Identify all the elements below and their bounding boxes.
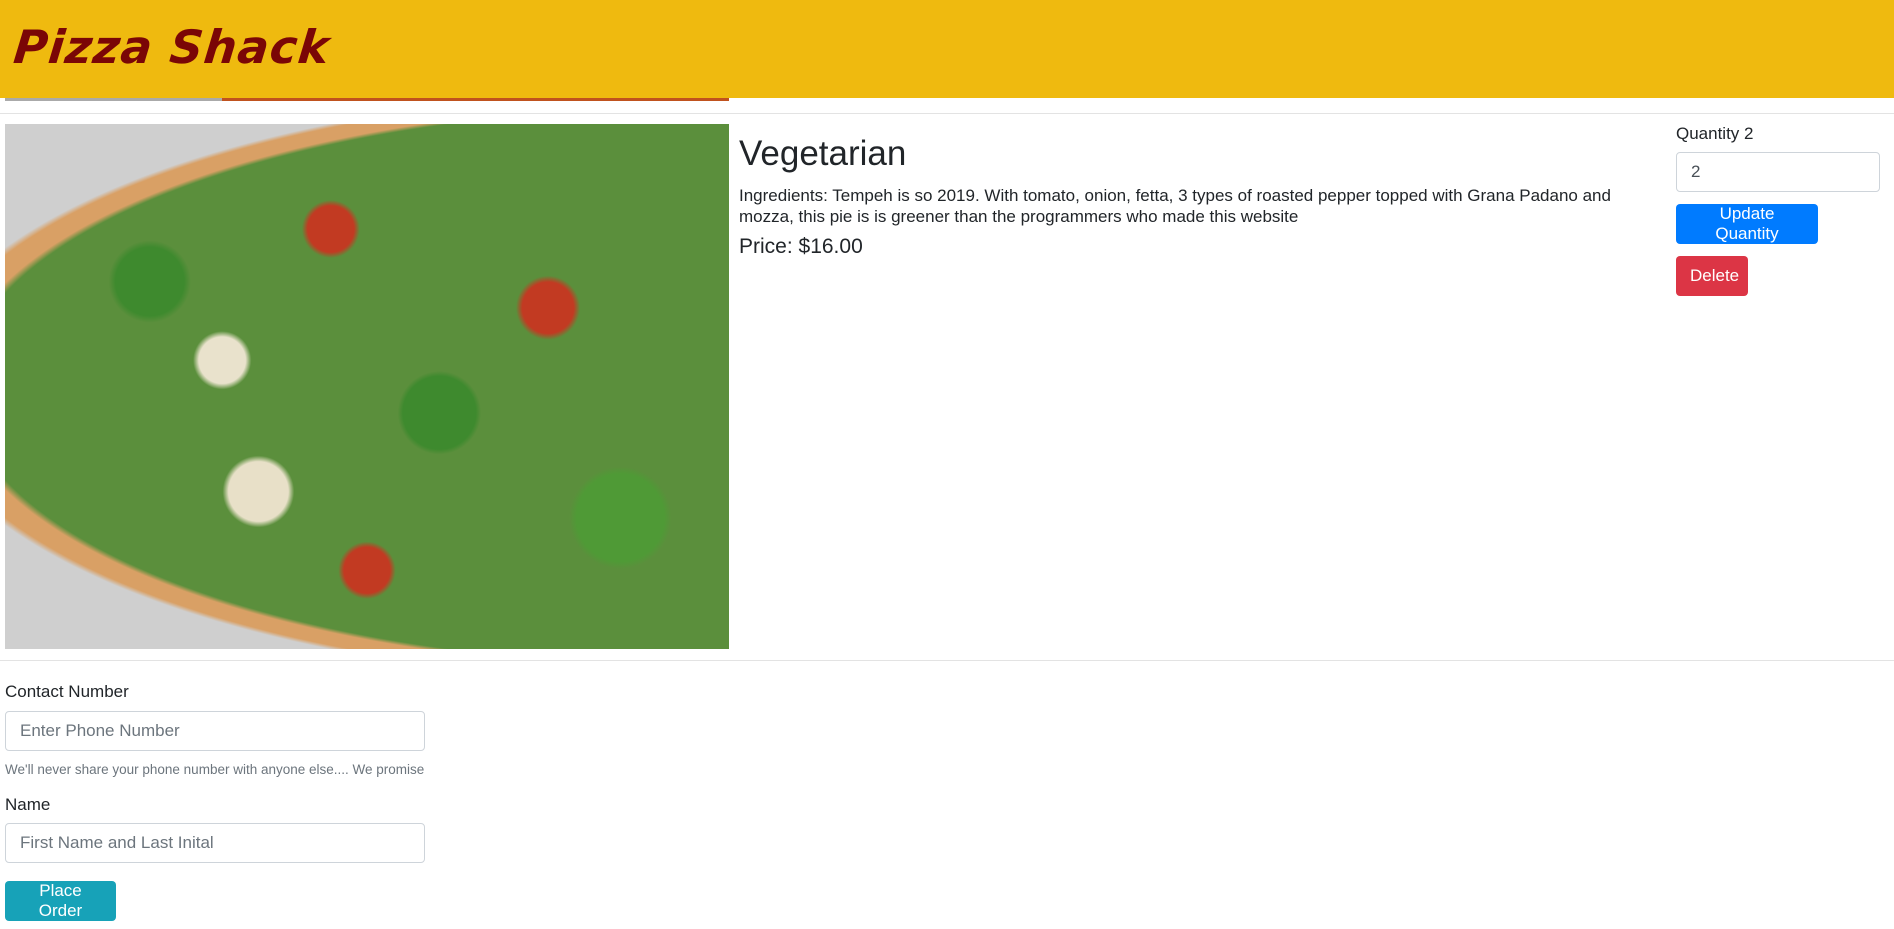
contact-number-label: Contact Number: [5, 682, 129, 701]
update-quantity-button[interactable]: Update Quantity: [1676, 204, 1818, 244]
item-title: Vegetarian: [739, 134, 907, 173]
phone-help-text: We'll never share your phone number with…: [5, 762, 425, 777]
divider: [0, 660, 1894, 661]
divider: [0, 113, 1894, 114]
brand-logo[interactable]: Pizza Shack: [11, 20, 333, 74]
phone-input[interactable]: [5, 711, 425, 751]
site-header: Pizza Shack: [0, 0, 1894, 98]
name-label: Name: [5, 795, 51, 814]
item-price: Price: $16.00: [739, 235, 863, 258]
quantity-label: Quantity 2: [1676, 124, 1754, 143]
pizza-image: [5, 124, 729, 649]
name-input[interactable]: [5, 823, 425, 863]
place-order-button[interactable]: Place Order: [5, 881, 116, 921]
item-ingredients: Ingredients: Tempeh is so 2019. With tom…: [739, 186, 1611, 226]
delete-button[interactable]: Delete: [1676, 256, 1748, 296]
quantity-input[interactable]: [1676, 152, 1880, 192]
